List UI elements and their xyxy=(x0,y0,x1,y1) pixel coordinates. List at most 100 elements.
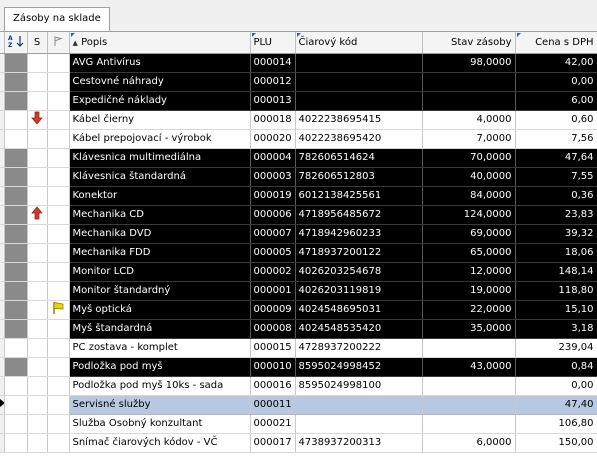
table-row[interactable]: Podložka pod myš 10ks - sada 000016 859502… xyxy=(0,376,597,396)
cell-cena[interactable]: 239,04 xyxy=(515,338,597,358)
row-selector-cell[interactable] xyxy=(4,433,28,453)
cell-popis[interactable]: Podložka pod myš xyxy=(69,357,251,377)
cell-stav[interactable]: 4,0000 xyxy=(422,110,516,130)
column-header-stav[interactable]: Stav zásoby xyxy=(422,32,516,54)
cell-cena[interactable]: 7,55 xyxy=(515,167,597,187)
cell-barcode[interactable]: 4728937200222 xyxy=(295,338,423,358)
cell-plu[interactable]: 000005 xyxy=(250,243,296,263)
cell-stav[interactable]: 40,0000 xyxy=(422,167,516,187)
table-row[interactable]: PC zostava - komplet 000015 4728937200222 2… xyxy=(0,338,597,358)
cell-barcode[interactable]: 4718956485672 xyxy=(295,205,423,225)
table-row[interactable]: Mechanika CD 000006 4718956485672 124,0000 2… xyxy=(0,205,597,225)
cell-cena[interactable]: 23,83 xyxy=(515,205,597,225)
cell-plu[interactable]: 000009 xyxy=(250,300,296,320)
cell-popis[interactable]: Klávesnica štandardná xyxy=(69,167,251,187)
tab-zasoby-na-sklade[interactable]: Zásoby na sklade xyxy=(4,7,110,31)
cell-cena[interactable]: 148,14 xyxy=(515,262,597,282)
row-selector-cell[interactable] xyxy=(4,186,28,206)
cell-popis[interactable]: Mechanika DVD xyxy=(69,224,251,244)
table-row[interactable]: Kábel prepojovací - výrobok 000020 4022238… xyxy=(0,129,597,149)
cell-cena[interactable]: 42,00 xyxy=(515,53,597,73)
cell-cena[interactable]: 15,10 xyxy=(515,300,597,320)
cell-popis[interactable]: Podložka pod myš 10ks - sada xyxy=(69,376,251,396)
row-selector-cell[interactable] xyxy=(4,129,28,149)
row-selector-cell[interactable] xyxy=(4,338,28,358)
cell-cena[interactable]: 0,00 xyxy=(515,376,597,396)
cell-stav[interactable]: 69,0000 xyxy=(422,224,516,244)
row-selector-cell[interactable] xyxy=(4,414,28,434)
table-row[interactable]: Konektor 000019 6012138425561 84,0000 0,36 xyxy=(0,186,597,206)
row-selector-cell[interactable] xyxy=(4,148,28,168)
cell-plu[interactable]: 000015 xyxy=(250,338,296,358)
cell-stav[interactable]: 65,0000 xyxy=(422,243,516,263)
column-header-cena[interactable]: Cena s DPH xyxy=(515,32,597,54)
cell-stav[interactable]: 84,0000 xyxy=(422,186,516,206)
table-row[interactable]: Monitor štandardný 000001 4026203119819 19,… xyxy=(0,281,597,301)
cell-plu[interactable]: 000016 xyxy=(250,376,296,396)
table-row[interactable]: Snímač čiarových kódov - VČ 000017 4738937… xyxy=(0,433,597,453)
cell-stav[interactable] xyxy=(422,338,516,358)
cell-stav[interactable] xyxy=(422,395,516,415)
row-selector-cell[interactable] xyxy=(4,376,28,396)
cell-barcode[interactable]: 4026203119819 xyxy=(295,281,423,301)
cell-popis[interactable]: Kábel čierny xyxy=(69,110,251,130)
cell-plu[interactable]: 000014 xyxy=(250,53,296,73)
cell-plu[interactable]: 000002 xyxy=(250,262,296,282)
cell-barcode[interactable]: 4026203254678 xyxy=(295,262,423,282)
cell-cena[interactable]: 0,00 xyxy=(515,72,597,92)
cell-popis[interactable]: Myš štandardná xyxy=(69,319,251,339)
cell-popis[interactable]: Servisné služby xyxy=(69,395,251,415)
table-row[interactable]: Cestovné náhrady 000012 0,00 xyxy=(0,72,597,92)
cell-barcode[interactable] xyxy=(295,414,423,434)
cell-barcode[interactable]: 782606514624 xyxy=(295,148,423,168)
cell-plu[interactable]: 000019 xyxy=(250,186,296,206)
cell-cena[interactable]: 6,00 xyxy=(515,91,597,111)
cell-cena[interactable]: 39,32 xyxy=(515,224,597,244)
cell-cena[interactable]: 150,00 xyxy=(515,433,597,453)
cell-plu[interactable]: 000007 xyxy=(250,224,296,244)
cell-barcode[interactable]: 4024548535420 xyxy=(295,319,423,339)
table-row[interactable]: Monitor LCD 000002 4026203254678 12,0000 148… xyxy=(0,262,597,282)
cell-stav[interactable] xyxy=(422,91,516,111)
cell-stav[interactable]: 7,0000 xyxy=(422,129,516,149)
cell-plu[interactable]: 000004 xyxy=(250,148,296,168)
table-row[interactable]: Mechanika FDD 000005 4718937200122 65,0000 1… xyxy=(0,243,597,263)
cell-popis[interactable]: Monitor štandardný xyxy=(69,281,251,301)
cell-cena[interactable]: 3,18 xyxy=(515,319,597,339)
cell-stav[interactable] xyxy=(422,72,516,92)
table-row[interactable]: Mechanika DVD 000007 4718942960233 69,0000 3… xyxy=(0,224,597,244)
row-selector-cell[interactable] xyxy=(4,262,28,282)
cell-popis[interactable]: Mechanika CD xyxy=(69,205,251,225)
cell-plu[interactable]: 000012 xyxy=(250,72,296,92)
cell-stav[interactable]: 35,0000 xyxy=(422,319,516,339)
table-row[interactable]: Expedičné náklady 000013 6,00 xyxy=(0,91,597,111)
cell-cena[interactable]: 0,36 xyxy=(515,186,597,206)
cell-stav[interactable]: 70,0000 xyxy=(422,148,516,168)
cell-barcode[interactable]: 782606512803 xyxy=(295,167,423,187)
cell-popis[interactable]: PC zostava - komplet xyxy=(69,338,251,358)
cell-barcode[interactable] xyxy=(295,53,423,73)
cell-popis[interactable]: Služba Osobný konzultant xyxy=(69,414,251,434)
cell-barcode[interactable]: 4718942960233 xyxy=(295,224,423,244)
row-selector-cell[interactable] xyxy=(4,281,28,301)
cell-plu[interactable]: 000013 xyxy=(250,91,296,111)
cell-stav[interactable]: 6,0000 xyxy=(422,433,516,453)
table-row[interactable]: Klávesnica multimediálna 000004 7826065146… xyxy=(0,148,597,168)
cell-popis[interactable]: Snímač čiarových kódov - VČ xyxy=(69,433,251,453)
cell-stav[interactable] xyxy=(422,414,516,434)
cell-popis[interactable]: Mechanika FDD xyxy=(69,243,251,263)
cell-cena[interactable]: 18,06 xyxy=(515,243,597,263)
column-header-s[interactable]: S xyxy=(27,32,48,54)
cell-popis[interactable]: Konektor xyxy=(69,186,251,206)
cell-barcode[interactable] xyxy=(295,72,423,92)
cell-popis[interactable]: Monitor LCD xyxy=(69,262,251,282)
row-selector-cell[interactable] xyxy=(4,167,28,187)
cell-plu[interactable]: 000001 xyxy=(250,281,296,301)
cell-cena[interactable]: 0,84 xyxy=(515,357,597,377)
cell-popis[interactable]: AVG Antivírus xyxy=(69,53,251,73)
cell-plu[interactable]: 000020 xyxy=(250,129,296,149)
row-selector-cell[interactable] xyxy=(4,110,28,130)
row-selector-cell[interactable] xyxy=(4,205,28,225)
cell-plu[interactable]: 000006 xyxy=(250,205,296,225)
table-row[interactable]: Servisné služby 000011 47,40 xyxy=(0,395,597,415)
